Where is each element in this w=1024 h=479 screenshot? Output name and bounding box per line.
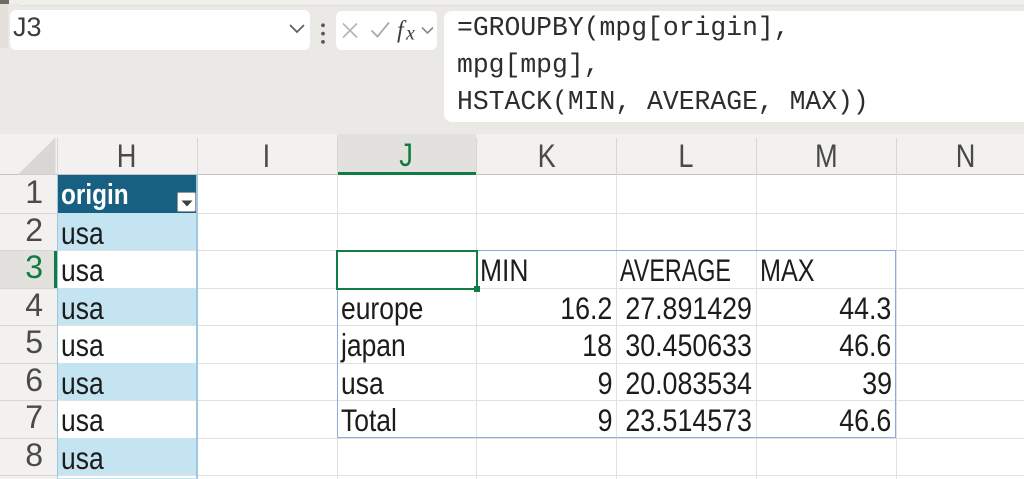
svg-text:x: x [405,23,415,45]
